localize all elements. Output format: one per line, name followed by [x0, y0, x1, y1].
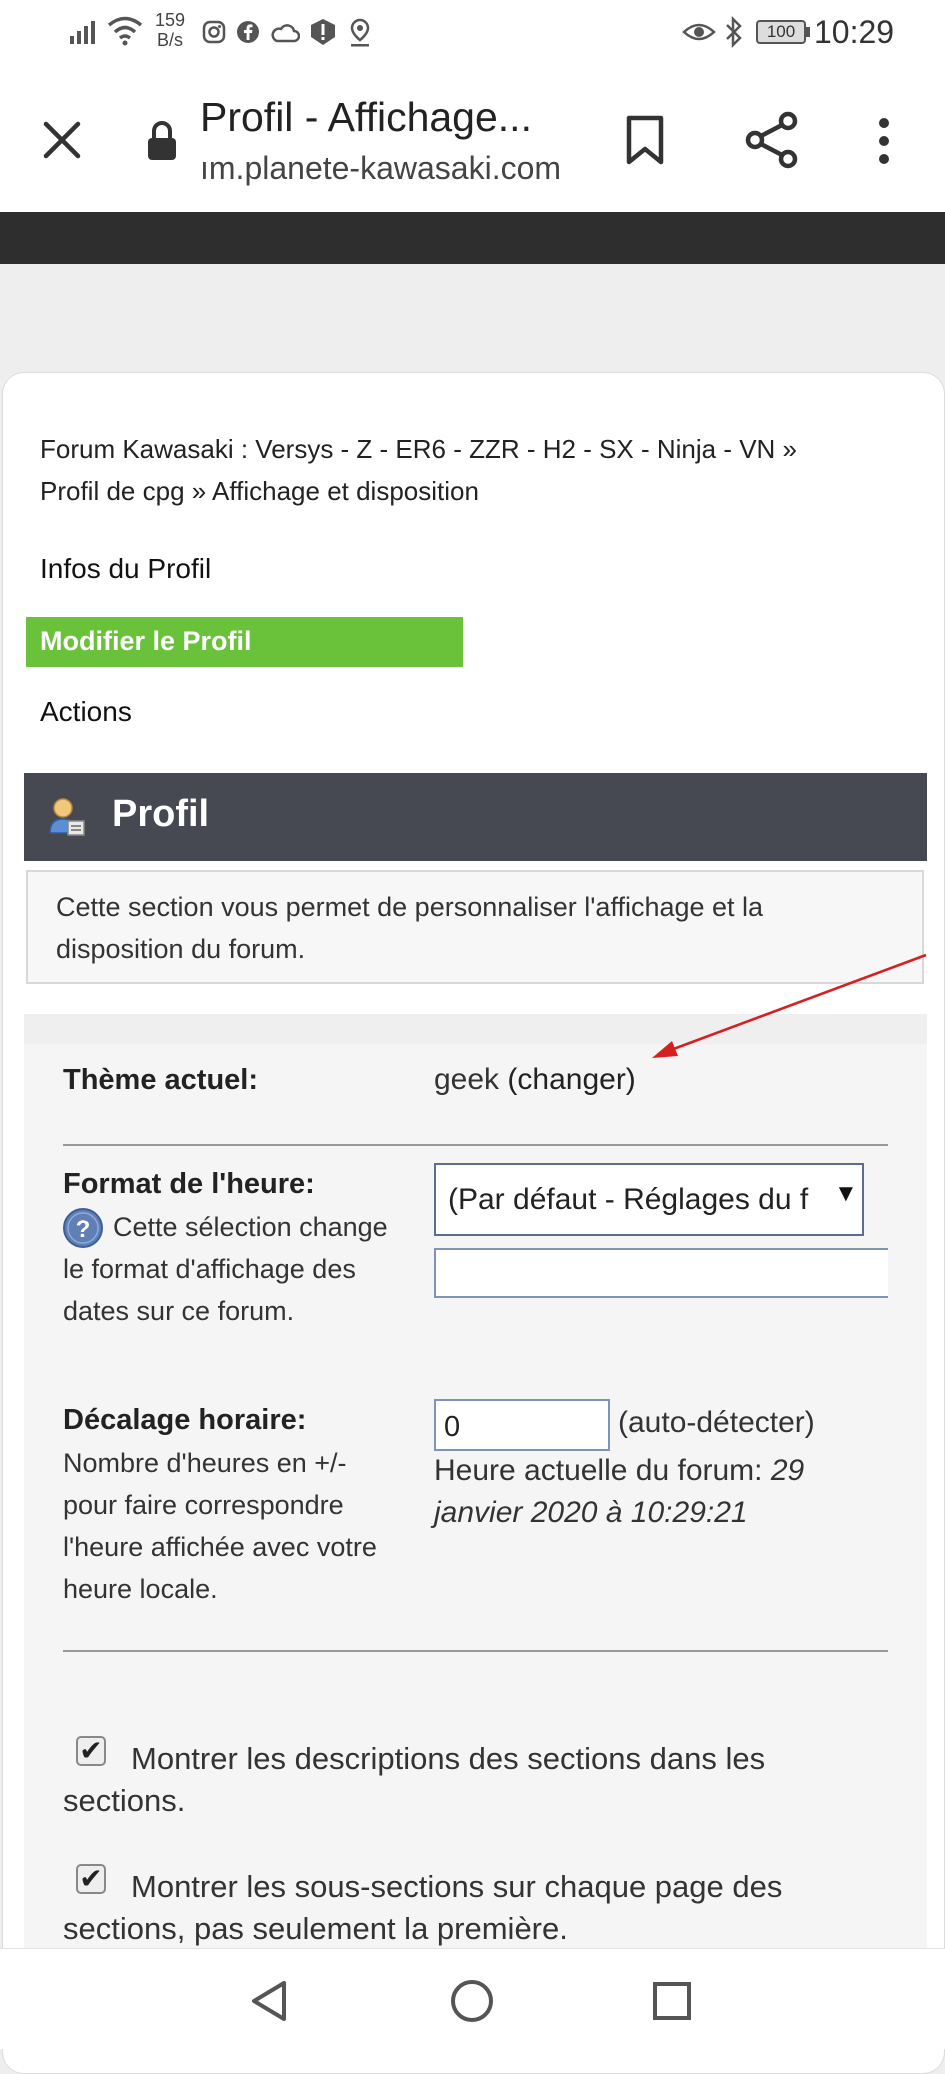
time-format-help-text: Cette sélection change le format d'affic…	[63, 1212, 388, 1326]
custom-time-format-input[interactable]	[434, 1248, 888, 1298]
cloud-icon	[271, 24, 300, 43]
time-format-selected: (Par défaut - Réglages du f	[448, 1183, 809, 1216]
option-label-2: Montrer les sous-sections sur chaque pag…	[63, 1869, 783, 1946]
battery-tip	[806, 27, 810, 37]
svg-text:?: ?	[76, 1216, 91, 1243]
divider-2	[63, 1650, 888, 1652]
breadcrumb: Forum Kawasaki : Versys - Z - ER6 - ZZR …	[40, 434, 920, 465]
lock-icon[interactable]	[146, 120, 178, 162]
battery-icon: 100	[756, 20, 806, 44]
breadcrumb-separator: »	[191, 476, 207, 506]
section-header: Profil	[24, 773, 927, 861]
share-icon[interactable]	[744, 110, 800, 170]
net-speed-value: 159	[154, 10, 186, 30]
wifi-icon	[107, 16, 143, 46]
change-theme-link[interactable]: (changer)	[507, 1063, 635, 1096]
battery-level: 100	[766, 22, 796, 41]
annotation-arrow-icon	[652, 953, 927, 1058]
nav-actions[interactable]: Actions	[40, 696, 132, 728]
signal-icon	[70, 21, 95, 44]
instagram-icon	[202, 20, 226, 44]
facebook-icon	[237, 21, 259, 43]
help-icon[interactable]: ?	[62, 1207, 104, 1249]
nav-edit-profile[interactable]: Modifier le Profil	[26, 617, 463, 667]
time-format-label: Format de l'heure:	[63, 1168, 315, 1200]
current-forum-time: Heure actuelle du forum: 29 janvier 2020…	[434, 1450, 874, 1534]
more-options-icon[interactable]	[876, 116, 892, 166]
breadcrumb-profile-link[interactable]: Profil de cpg	[40, 476, 185, 506]
location-icon	[350, 18, 370, 47]
time-format-help: Cette sélection change le format d'affic…	[63, 1206, 403, 1332]
home-icon[interactable]	[450, 1979, 494, 2023]
breadcrumb-line2: Profil de cpg » Affichage et disposition	[40, 476, 479, 507]
time-offset-input[interactable]: 0	[434, 1399, 610, 1451]
status-bar: 159 B/s 100 10:29	[0, 0, 945, 66]
breadcrumb-forum-link[interactable]: Forum Kawasaki : Versys - Z - ER6 - ZZR …	[40, 434, 920, 465]
divider-1	[63, 1144, 888, 1146]
theme-value: geek	[434, 1063, 500, 1096]
current-time-prefix: Heure actuelle du forum:	[434, 1454, 763, 1487]
browser-toolbar: Profil - Affichage... ım.planete-kawasak…	[0, 66, 945, 212]
eye-icon	[682, 23, 716, 41]
nav-profile-info[interactable]: Infos du Profil	[40, 553, 211, 585]
page-url[interactable]: ım.planete-kawasaki.com	[200, 150, 561, 187]
recents-icon[interactable]	[652, 1981, 692, 2021]
site-top-bar	[0, 212, 945, 264]
bookmark-icon[interactable]	[624, 114, 666, 166]
breadcrumb-current: Affichage et disposition	[212, 476, 479, 506]
time-offset-label: Décalage horaire:	[63, 1404, 307, 1436]
clock: 10:29	[814, 14, 895, 50]
theme-value-row: geek (changer)	[434, 1063, 636, 1097]
section-title: Profil	[112, 793, 210, 835]
time-offset-help: Nombre d'heures en +/- pour faire corres…	[63, 1448, 377, 1604]
alert-icon	[311, 19, 335, 45]
net-speed-unit: B/s	[156, 30, 183, 50]
theme-label: Thème actuel:	[63, 1064, 258, 1096]
close-icon[interactable]	[42, 120, 82, 160]
option-label-1: Montrer les descriptions des sections da…	[63, 1741, 766, 1818]
system-nav-bar	[0, 1948, 945, 2049]
page-title[interactable]: Profil - Affichage...	[200, 94, 532, 141]
user-profile-icon	[49, 798, 85, 836]
time-format-select[interactable]: (Par défaut - Réglages du f	[434, 1163, 864, 1236]
net-speed: 159 B/s	[150, 10, 190, 50]
auto-detect-link[interactable]: (auto-détecter)	[618, 1406, 815, 1440]
bluetooth-icon	[726, 16, 742, 48]
time-offset-value: 0	[444, 1411, 461, 1443]
back-icon[interactable]	[250, 1979, 290, 2023]
dropdown-arrow-icon[interactable]: ▼	[830, 1180, 858, 1208]
